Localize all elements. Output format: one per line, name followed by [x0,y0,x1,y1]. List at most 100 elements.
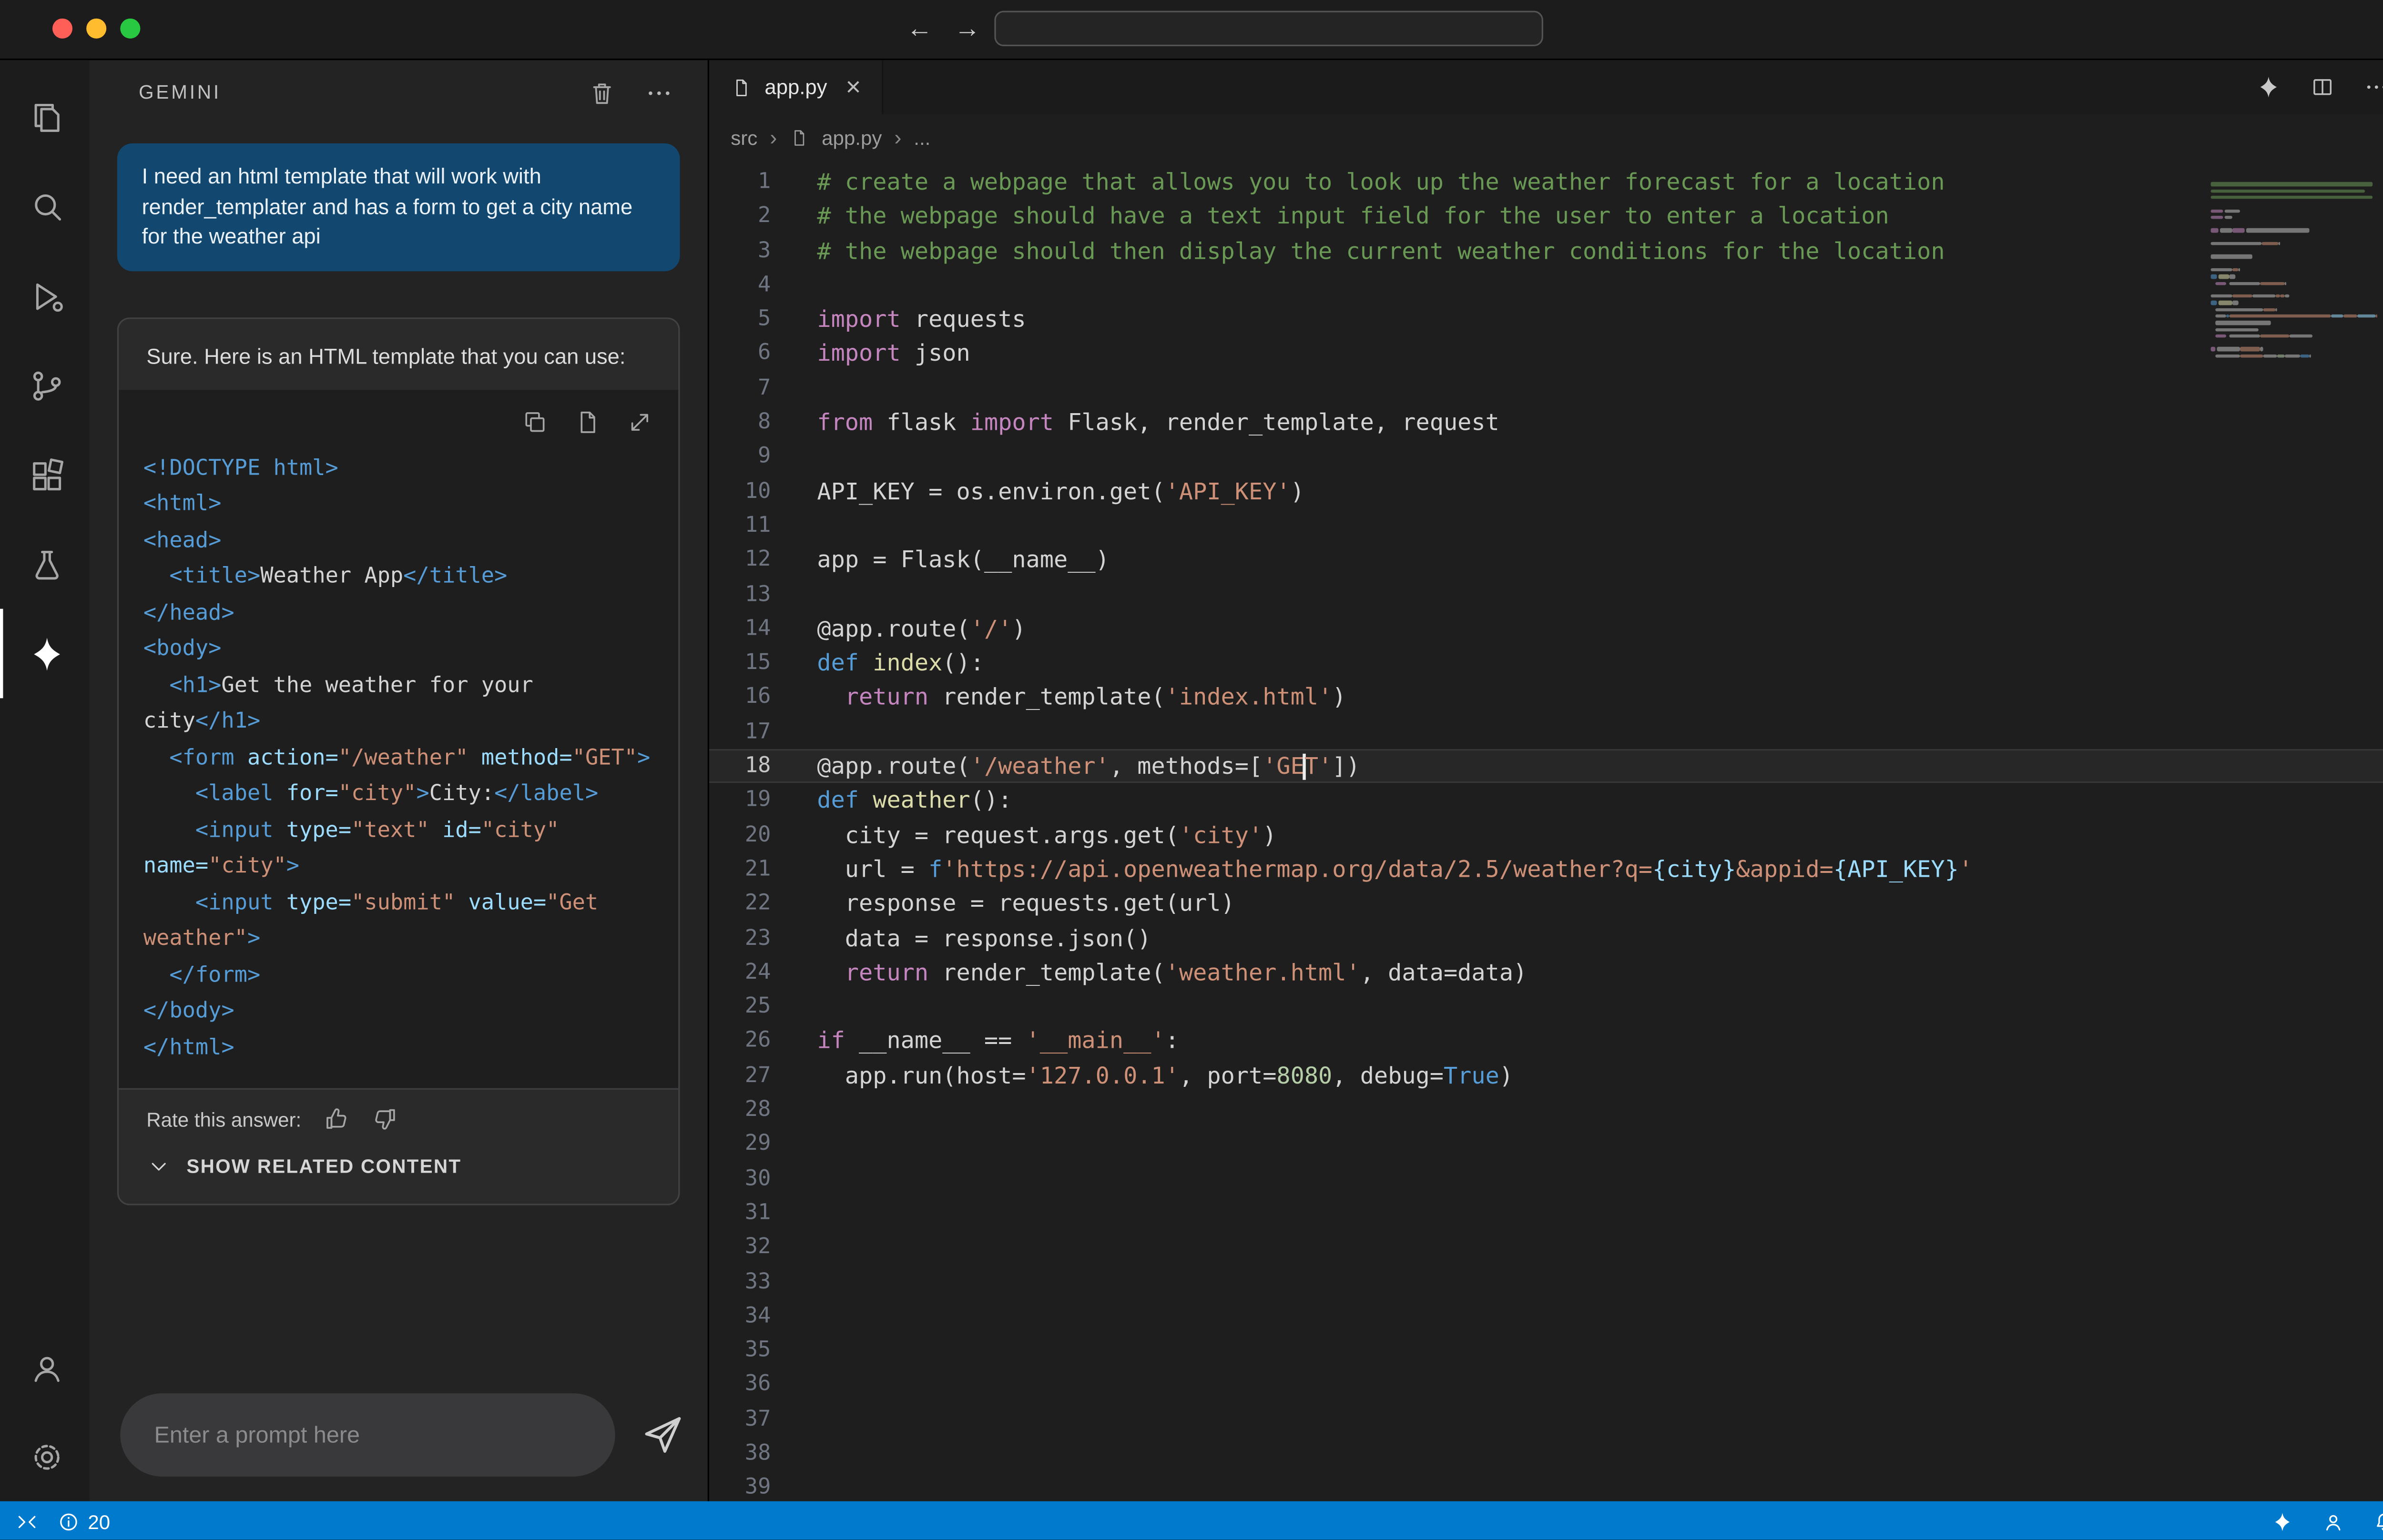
code-line[interactable]: 8from flask import Flask, render_templat… [709,405,2383,440]
gear-icon [27,1437,66,1476]
code-line[interactable]: 4 [709,268,2383,302]
titlebar-search-input[interactable] [994,11,1543,46]
code-line-text: return render_template('index.html') [817,680,1346,715]
code-line[interactable]: 34 [709,1299,2383,1333]
breadcrumb-file[interactable]: app.py [822,126,882,149]
gemini-status-icon[interactable] [2271,1510,2294,1533]
minimap-line [2211,321,2383,325]
rate-label: Rate this answer: [146,1107,301,1131]
code-line[interactable]: 17 [709,715,2383,749]
code-line[interactable]: 31 [709,1196,2383,1230]
sidebar-item-source-control[interactable] [0,341,90,430]
thumbs-up-icon[interactable] [323,1105,350,1133]
trash-icon[interactable] [587,78,616,107]
notifications-bell-icon[interactable] [2373,1510,2383,1533]
code-line[interactable]: 18@app.route('/weather', methods=['GET']… [709,749,2383,783]
sidebar-item-explorer[interactable] [0,72,90,162]
code-line[interactable]: 38 [709,1437,2383,1471]
chat-code-line: </head> [143,596,654,632]
code-line[interactable]: 26if __name__ == '__main__': [709,1024,2383,1058]
zoom-window-button[interactable] [120,19,140,39]
breadcrumb-folder[interactable]: src [731,126,757,149]
send-icon[interactable] [640,1412,686,1458]
code-line[interactable]: 27 app.run(host='127.0.0.1', port=8080, … [709,1058,2383,1093]
sidebar-item-search[interactable] [0,162,90,252]
code-line[interactable]: 23 data = response.json() [709,921,2383,955]
line-number: 23 [709,921,771,955]
line-number: 15 [709,646,771,680]
code-line[interactable]: 36 [709,1368,2383,1402]
account-icon [27,1348,66,1387]
sidebar-item-run-debug[interactable] [0,251,90,341]
code-line[interactable]: 14@app.route('/') [709,612,2383,646]
code-line-text: API_KEY = os.environ.get('API_KEY') [817,474,1304,508]
code-line[interactable]: 6import json [709,337,2383,371]
sidebar-item-testing[interactable] [0,519,90,609]
chat-code-line: </form> [143,958,654,994]
code-line[interactable]: 16 return render_template('index.html') [709,680,2383,715]
settings-button[interactable] [0,1412,90,1501]
tab-app-py[interactable]: app.py × [709,60,884,114]
code-line[interactable]: 30 [709,1162,2383,1196]
more-actions-icon[interactable] [2363,74,2383,100]
minimap-line [2211,354,2383,358]
code-line[interactable]: 11 [709,508,2383,543]
code-line[interactable]: 5import requests [709,303,2383,337]
code-line[interactable]: 25 [709,990,2383,1024]
minimap-line [2211,241,2383,246]
close-window-button[interactable] [52,19,72,39]
code-line[interactable]: 10API_KEY = os.environ.get('API_KEY') [709,474,2383,508]
expand-icon[interactable] [626,408,653,436]
code-line[interactable]: 20 city = request.args.get('city') [709,818,2383,852]
code-line[interactable]: 2# the webpage should have a text input … [709,199,2383,233]
code-editor[interactable]: 1# create a webpage that allows you to l… [709,160,2383,1501]
minimap-line [2211,294,2383,299]
show-related-content-button[interactable]: SHOW RELATED CONTENT [119,1142,678,1204]
info-icon [57,1510,81,1533]
minimize-window-button[interactable] [86,19,106,39]
info-status-item[interactable]: 20 [57,1510,110,1533]
code-line[interactable]: 22 response = requests.get(url) [709,887,2383,921]
split-editor-icon[interactable] [2310,74,2336,100]
nav-forward-icon[interactable]: → [954,14,980,45]
code-line-text: app = Flask(__name__) [817,543,1109,577]
code-line[interactable]: 19def weather(): [709,783,2383,818]
prompt-input[interactable] [120,1393,615,1477]
code-line-text: def index(): [817,646,984,680]
code-line[interactable]: 9 [709,440,2383,474]
chat-messages: I need an html template that will work w… [90,125,708,1393]
code-line[interactable]: 39 [709,1471,2383,1501]
breadcrumb-more[interactable]: ... [914,126,930,149]
more-actions-icon[interactable] [644,78,673,107]
code-line[interactable]: 28 [709,1093,2383,1127]
status-bar: 20 [0,1501,2383,1540]
code-line[interactable]: 1# create a webpage that allows you to l… [709,165,2383,199]
sidebar-item-gemini[interactable] [0,609,90,699]
code-line[interactable]: 33 [709,1265,2383,1299]
code-line[interactable]: 3# the webpage should then display the c… [709,233,2383,268]
account-button[interactable] [0,1322,90,1412]
insert-file-icon[interactable] [573,408,601,436]
tab-close-icon[interactable]: × [845,74,861,100]
code-line[interactable]: 32 [709,1230,2383,1265]
code-line[interactable]: 24 return render_template('weather.html'… [709,955,2383,990]
code-line[interactable]: 37 [709,1402,2383,1437]
gemini-action-icon[interactable] [2255,74,2281,100]
thumbs-down-icon[interactable] [372,1105,400,1133]
minimap-line [2211,386,2383,391]
minimap-line [2211,222,2383,226]
minimap[interactable] [2211,182,2383,439]
code-line[interactable]: 12app = Flask(__name__) [709,543,2383,577]
copy-icon[interactable] [521,408,549,436]
sidebar-item-extensions[interactable] [0,430,90,519]
code-line[interactable]: 15 def index(): [709,646,2383,680]
code-line[interactable]: 29 [709,1127,2383,1162]
breadcrumb: src › app.py › ... [709,114,2383,160]
nav-back-icon[interactable]: ← [906,14,933,45]
code-line[interactable]: 35 [709,1333,2383,1368]
feedback-icon[interactable] [2322,1510,2345,1533]
remote-indicator-button[interactable] [15,1510,39,1533]
code-line[interactable]: 7 [709,371,2383,405]
code-line[interactable]: 21 url = f'https://api.openweathermap.or… [709,852,2383,887]
code-line[interactable]: 13 [709,578,2383,612]
